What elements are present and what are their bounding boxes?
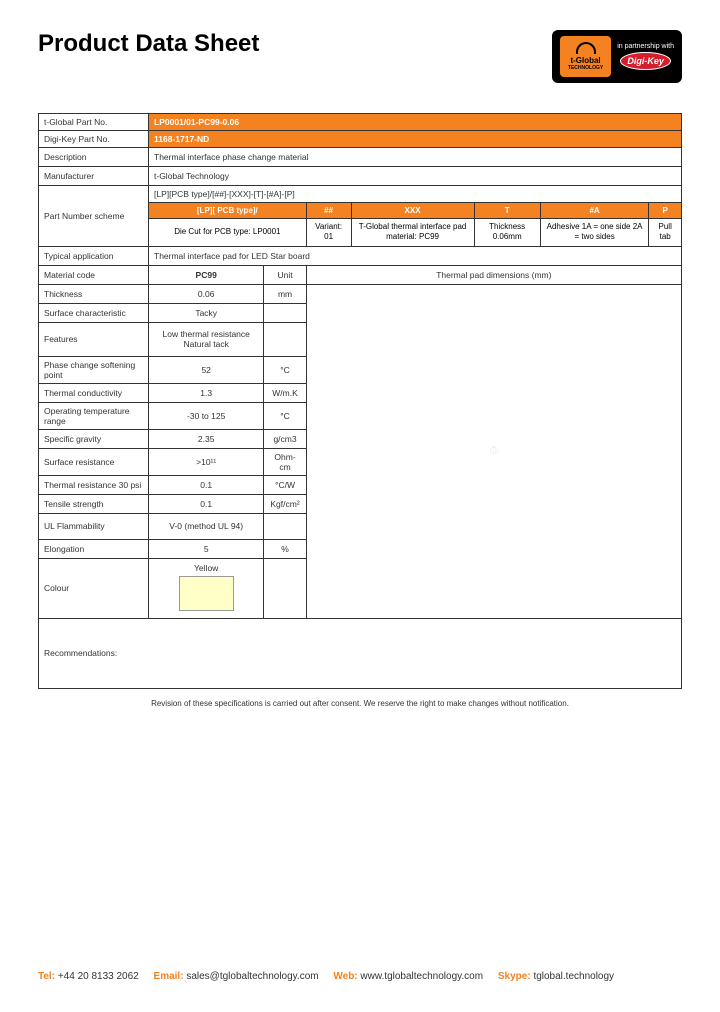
scheme-col-2: XXX	[351, 203, 474, 219]
dimensions-label: Thermal pad dimensions (mm)	[306, 265, 681, 284]
scheme-val-4: Adhesive 1A = one side 2A = two sides	[540, 219, 649, 247]
tglobal-subtext: TECHNOLOGY	[568, 65, 603, 71]
description-label: Description	[39, 148, 149, 167]
page-title: Product Data Sheet	[38, 30, 259, 58]
recommendations-label: Recommendations:	[39, 618, 682, 688]
scheme-val-2: T-Global thermal interface pad material:…	[351, 219, 474, 247]
tel-value: +44 20 8133 2062	[58, 971, 139, 982]
email-label: Email:	[154, 971, 184, 982]
skype-value: tglobal.technology	[533, 971, 614, 982]
scheme-col-3: T	[474, 203, 540, 219]
scheme-col-4: #A	[540, 203, 649, 219]
tglobal-text: t-Global	[570, 56, 600, 65]
scheme-col-0: [LP][ PCB type]/	[149, 203, 307, 219]
digikey-partno-label: Digi-Key Part No.	[39, 131, 149, 148]
annotation-95: 9.5	[494, 446, 495, 447]
scheme-val-1: Variant: 01	[306, 219, 351, 247]
description-row: Description Thermal interface phase chan…	[39, 148, 682, 167]
svg-text:Equally Spaced on13.0mm. Pitch: Equally Spaced on13.0mm. Pitch CircleDia…	[497, 451, 501, 453]
tglobal-partno-row: t-Global Part No. LP0001/01-PC99-0.06	[39, 114, 682, 131]
footer: Tel: +44 20 8133 2062 Email: sales@tglob…	[38, 971, 682, 982]
prop-unit: mm	[264, 284, 306, 303]
description-value: Thermal interface phase change material	[149, 148, 682, 167]
page-container: Product Data Sheet t-Global TECHNOLOGY i…	[0, 0, 720, 1012]
skype-label: Skype:	[498, 971, 531, 982]
digikey-side: in partnership with Digi-Key	[617, 43, 674, 70]
digikey-partno-value: 1168-1717-ND	[149, 131, 682, 148]
dimension-drawing-icon: R0.90 x 12 9.5 60° 60° 60° R1.5 x 6 Equa…	[312, 444, 676, 456]
scheme-col-5: P	[649, 203, 682, 219]
prop-value: 0.06	[149, 284, 264, 303]
scheme-val-0: Die Cut for PCB type: LP0001	[149, 219, 307, 247]
annotation-r0: R0.90 x 12	[497, 445, 499, 446]
datasheet-table: t-Global Part No. LP0001/01-PC99-0.06 Di…	[38, 113, 682, 689]
partnership-text: in partnership with	[617, 43, 674, 50]
logo-box: t-Global TECHNOLOGY in partnership with …	[552, 30, 682, 83]
email-value: sales@tglobaltechnology.com	[186, 971, 318, 982]
arc-icon	[576, 42, 596, 54]
material-label: Material code	[39, 265, 149, 284]
annotation-r15: R1.5 x 6	[498, 451, 500, 452]
prop-label: Thickness	[39, 284, 149, 303]
scheme-val-5: Pull tab	[649, 219, 682, 247]
digikey-partno-row: Digi-Key Part No. 1168-1717-ND	[39, 131, 682, 148]
recommendations-row: Recommendations:	[39, 618, 682, 688]
scheme-col-1: ##	[306, 203, 351, 219]
manufacturer-row: Manufacturer t-Global Technology	[39, 167, 682, 186]
application-row: Typical application Thermal interface pa…	[39, 246, 682, 265]
colour-cell: Yellow	[149, 558, 264, 618]
drawing-cell: R0.90 x 12 9.5 60° 60° 60° R1.5 x 6 Equa…	[306, 284, 681, 618]
application-value: Thermal interface pad for LED Star board	[149, 246, 682, 265]
material-value: PC99	[149, 265, 264, 284]
annotation-195: 19.9	[499, 450, 500, 451]
digikey-logo: Digi-Key	[620, 52, 671, 70]
tglobal-partno-value: LP0001/01-PC99-0.06	[149, 114, 682, 131]
manufacturer-label: Manufacturer	[39, 167, 149, 186]
scheme-val-3: Thickness 0.06mm	[474, 219, 540, 247]
tglobal-logo: t-Global TECHNOLOGY	[560, 36, 611, 77]
scheme-pattern-row: Part Number scheme [LP][PCB type]/[##]-[…	[39, 186, 682, 203]
unit-label: Unit	[264, 265, 306, 284]
header: Product Data Sheet t-Global TECHNOLOGY i…	[38, 30, 682, 83]
prop-row-thickness: Thickness 0.06 mm	[39, 284, 682, 303]
colour-value: Yellow	[154, 563, 258, 573]
disclaimer-text: Revision of these specifications is carr…	[38, 699, 682, 708]
manufacturer-value: t-Global Technology	[149, 167, 682, 186]
tel-label: Tel:	[38, 971, 55, 982]
colour-swatch-icon	[179, 576, 234, 611]
scheme-pattern: [LP][PCB type]/[##]-[XXX]-[T]-[#A]-[P]	[149, 186, 682, 203]
application-label: Typical application	[39, 246, 149, 265]
tglobal-partno-label: t-Global Part No.	[39, 114, 149, 131]
annotation-60b: 60°	[493, 454, 494, 455]
web-value: www.tglobaltechnology.com	[360, 971, 483, 982]
scheme-label: Part Number scheme	[39, 186, 149, 247]
web-label: Web:	[333, 971, 357, 982]
material-header-row: Material code PC99 Unit Thermal pad dime…	[39, 265, 682, 284]
